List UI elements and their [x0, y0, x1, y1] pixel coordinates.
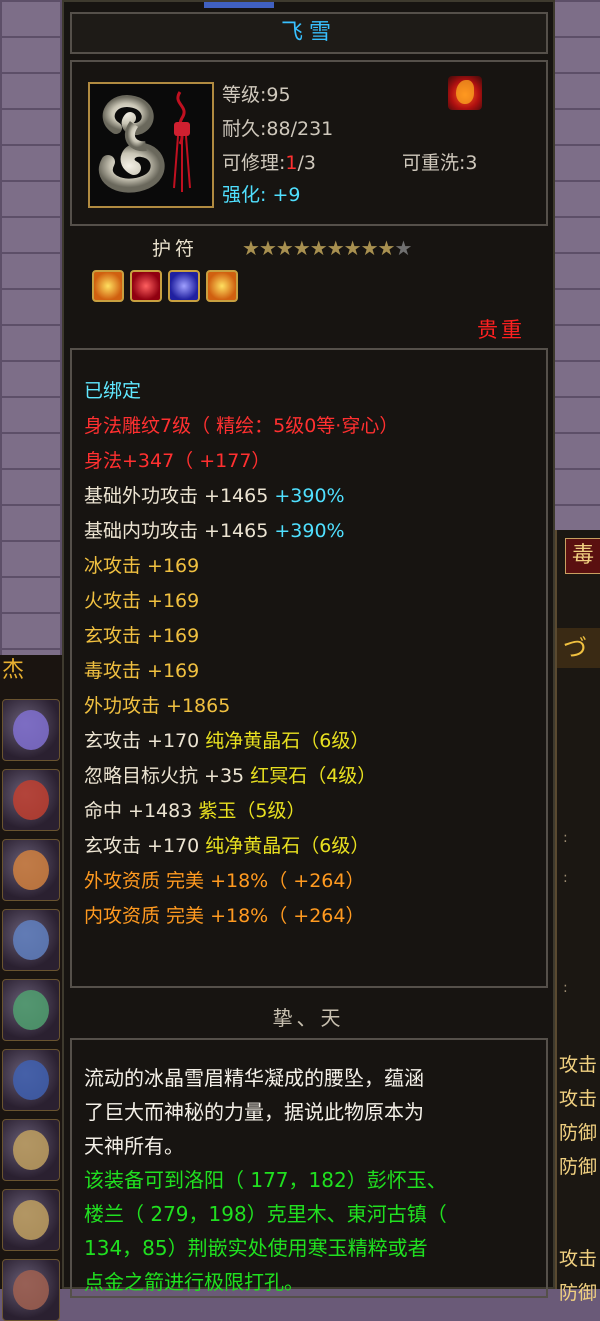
equip-slot-5[interactable]: [2, 979, 60, 1041]
description-line: 流动的冰晶雪眉精华凝成的腰坠，蕴涵: [84, 1066, 424, 1090]
jade-pendant-icon: [94, 88, 208, 202]
ice-attack: 冰攻击 +169: [84, 555, 200, 577]
repair-max: /3: [297, 152, 317, 174]
fire-attack: 火攻击 +169: [84, 590, 200, 612]
star-filled-icon: ★: [292, 236, 311, 260]
item-rarity: 贵重: [477, 318, 525, 342]
star-filled-icon: ★: [258, 236, 277, 260]
enhance-label: 强化:: [222, 184, 267, 206]
gem-attribute: 玄攻击 +170 纯净黄晶石（6级）: [84, 831, 369, 858]
hint-line: 该装备可到洛阳（ 177，182）彭怀玉、: [84, 1168, 447, 1192]
item-level: 等级:95: [222, 84, 291, 106]
base-internal-attack: 基础内功攻击 +1465 +390%: [84, 516, 345, 543]
equip-slot-4[interactable]: [2, 909, 60, 971]
right-stat-label: 攻击: [559, 1088, 598, 1110]
gem-purple-jade-icon: [168, 270, 200, 302]
equip-slot-7[interactable]: [2, 1119, 60, 1181]
external-aptitude: 外攻资质 完美 +18%（ +264）: [84, 870, 365, 892]
star-filled-icon: ★: [309, 236, 328, 260]
repair-current: 1: [285, 152, 298, 174]
hint-line: 134，85）荆嵌实处使用寒玉精粹或者: [84, 1236, 428, 1260]
item-name: 飞雪: [70, 12, 548, 54]
attr-bonus: +390%: [268, 485, 345, 507]
equip-slot-1[interactable]: [2, 699, 60, 761]
bound-status: 已绑定: [84, 380, 142, 402]
attr-value: 玄攻击 +170: [84, 730, 206, 752]
item-grade-badge-icon: [448, 76, 482, 110]
separator-dots: :: [563, 980, 568, 996]
star-filled-icon: ★: [275, 236, 294, 260]
gem-yellow-crystal-icon: [92, 270, 124, 302]
base-external-attack: 基础外功攻击 +1465 +390%: [84, 481, 345, 508]
gem-attribute: 命中 +1483 紫玉（5级）: [84, 796, 305, 823]
mystic-attack: 玄攻击 +169: [84, 625, 200, 647]
poison-tab-button[interactable]: 毒: [565, 538, 600, 574]
item-description: 流动的冰晶雪眉精华凝成的腰坠，蕴涵 了巨大而神秘的力量，据说此物原本为 天神所有…: [70, 1038, 548, 1298]
item-tooltip: 飞雪 等级:95 耐久:88/231 可修理:1/3 可重洗:3 强化: +9 …: [62, 0, 555, 1298]
hint-line: 点金之箭进行极限打孔。: [84, 1270, 304, 1294]
carving-attribute: 身法雕纹7级（ 精绘：5级0等·穿心）: [84, 415, 399, 437]
gem-name: 纯净黄晶石（6级）: [205, 730, 370, 752]
attr-value: 命中 +1483: [84, 800, 199, 822]
left-panel-tag: 杰: [2, 658, 25, 683]
hint-line: 楼兰（ 279，198）克里木、東河古镇（: [84, 1202, 447, 1226]
description-line: 天神所有。: [84, 1134, 184, 1158]
star-filled-icon: ★: [377, 236, 396, 260]
right-panel-header: づ: [557, 628, 600, 668]
star-rating: ★★★★★★★★★★: [242, 236, 412, 260]
attr-value: 基础内功攻击 +1465: [84, 520, 269, 542]
attribute-list: 已绑定 身法雕纹7级（ 精绘：5级0等·穿心） 身法+347（ +177） 基础…: [70, 348, 548, 988]
attr-value: 基础外功攻击 +1465: [84, 485, 269, 507]
gem-name: 纯净黄晶石（6级）: [205, 835, 370, 857]
gem-red-stone-icon: [130, 270, 162, 302]
equip-slot-8[interactable]: [2, 1189, 60, 1251]
separator-dots: :: [563, 870, 568, 886]
star-filled-icon: ★: [242, 236, 260, 260]
equip-slot-9[interactable]: [2, 1259, 60, 1321]
item-durability: 耐久:88/231: [222, 118, 334, 140]
star-filled-icon: ★: [343, 236, 362, 260]
gem-name: 紫玉（5级）: [198, 800, 306, 822]
separator-dots: :: [563, 830, 568, 846]
star-filled-icon: ★: [326, 236, 345, 260]
external-attack: 外功攻击 +1865: [84, 695, 231, 717]
enhance-value: +9: [272, 184, 301, 206]
item-type: 护符: [152, 238, 199, 260]
right-side-panel: 毒 づ : : : 攻击 攻击 防御 防御 攻击 防御: [555, 530, 600, 1304]
equip-slot-2[interactable]: [2, 769, 60, 831]
equipment-slot-column: 杰: [0, 655, 64, 1321]
gem-yellow-crystal-icon: [206, 270, 238, 302]
gem-attribute: 玄攻击 +170 纯净黄晶石（6级）: [84, 726, 369, 753]
attr-bonus: +390%: [268, 520, 345, 542]
right-stat-label: 防御: [559, 1282, 598, 1304]
gem-name: 红冥石（4级）: [250, 765, 377, 787]
right-stat-label: 防御: [559, 1122, 598, 1144]
equip-slot-6[interactable]: [2, 1049, 60, 1111]
poison-attack: 毒攻击 +169: [84, 660, 200, 682]
gem-attribute: 忽略目标火抗 +35 红冥石（4级）: [84, 761, 376, 788]
right-stat-label: 防御: [559, 1156, 598, 1178]
item-repair-count: 可修理:1/3: [222, 148, 316, 175]
right-stat-label: 攻击: [559, 1248, 598, 1270]
attr-value: 忽略目标火抗 +35: [84, 765, 251, 787]
item-header: 等级:95 耐久:88/231 可修理:1/3 可重洗:3 强化: +9: [70, 60, 548, 226]
star-empty-icon: ★: [394, 236, 412, 260]
equip-slot-3[interactable]: [2, 839, 60, 901]
title-accent-line: [204, 2, 274, 8]
agility-attribute: 身法+347（ +177）: [84, 450, 271, 472]
internal-aptitude: 内攻资质 完美 +18%（ +264）: [84, 905, 365, 927]
repair-label: 可修理:: [222, 152, 286, 174]
item-rewash-count: 可重洗:3: [402, 152, 478, 174]
set-name: 挚、天: [272, 1006, 345, 1030]
description-line: 了巨大而神秘的力量，据说此物原本为: [84, 1100, 424, 1124]
star-filled-icon: ★: [360, 236, 379, 260]
right-stat-label: 攻击: [559, 1054, 598, 1076]
item-icon: [88, 82, 214, 208]
item-enhance: 强化: +9: [222, 180, 300, 207]
attr-value: 玄攻击 +170: [84, 835, 206, 857]
